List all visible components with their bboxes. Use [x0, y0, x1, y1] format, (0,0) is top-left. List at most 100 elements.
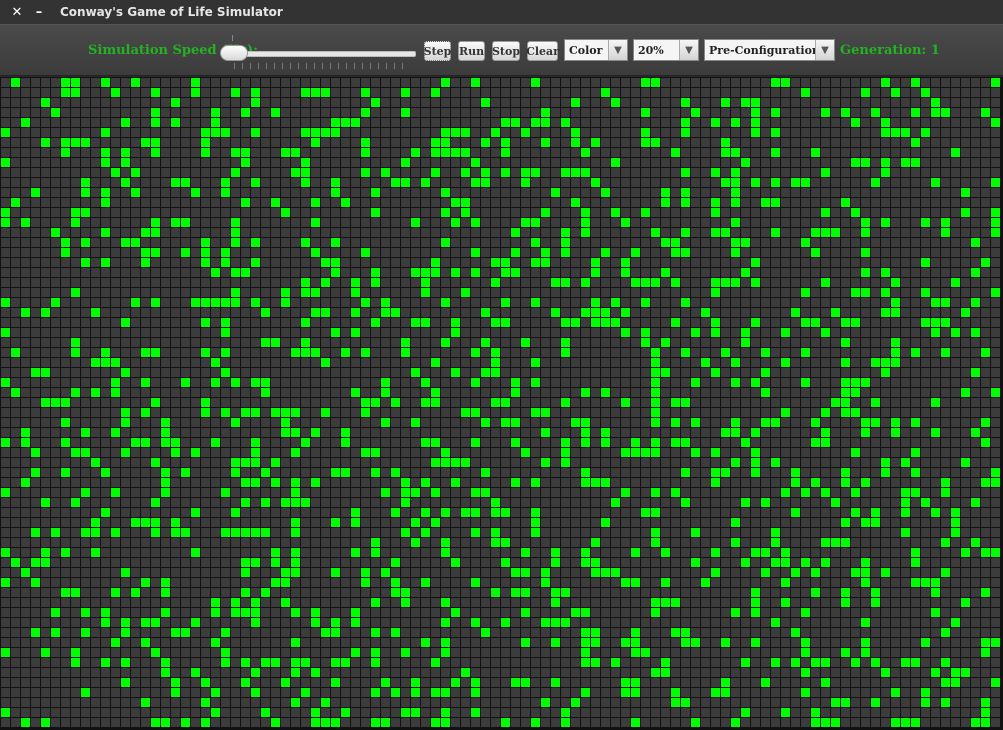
dead-cell[interactable]: [541, 148, 550, 157]
dead-cell[interactable]: [621, 188, 630, 197]
dead-cell[interactable]: [711, 358, 720, 367]
dead-cell[interactable]: [301, 388, 310, 397]
live-cell[interactable]: [881, 358, 890, 367]
dead-cell[interactable]: [841, 178, 850, 187]
dead-cell[interactable]: [891, 468, 900, 477]
dead-cell[interactable]: [361, 328, 370, 337]
dead-cell[interactable]: [241, 88, 250, 97]
dead-cell[interactable]: [621, 208, 630, 217]
live-cell[interactable]: [501, 398, 510, 407]
dead-cell[interactable]: [231, 278, 240, 287]
dead-cell[interactable]: [701, 298, 710, 307]
dead-cell[interactable]: [291, 358, 300, 367]
live-cell[interactable]: [351, 288, 360, 297]
dead-cell[interactable]: [411, 348, 420, 357]
dead-cell[interactable]: [331, 158, 340, 167]
dead-cell[interactable]: [1, 518, 10, 527]
dead-cell[interactable]: [231, 478, 240, 487]
dead-cell[interactable]: [931, 458, 940, 467]
live-cell[interactable]: [441, 338, 450, 347]
live-cell[interactable]: [601, 568, 610, 577]
dead-cell[interactable]: [871, 438, 880, 447]
dead-cell[interactable]: [321, 288, 330, 297]
live-cell[interactable]: [731, 198, 740, 207]
dead-cell[interactable]: [761, 558, 770, 567]
dead-cell[interactable]: [801, 258, 810, 267]
dead-cell[interactable]: [41, 508, 50, 517]
dead-cell[interactable]: [871, 148, 880, 157]
dead-cell[interactable]: [151, 308, 160, 317]
dead-cell[interactable]: [521, 318, 530, 327]
dead-cell[interactable]: [651, 248, 660, 257]
dead-cell[interactable]: [391, 138, 400, 147]
dead-cell[interactable]: [21, 228, 30, 237]
dead-cell[interactable]: [261, 198, 270, 207]
live-cell[interactable]: [721, 428, 730, 437]
dead-cell[interactable]: [341, 488, 350, 497]
dead-cell[interactable]: [191, 108, 200, 117]
dead-cell[interactable]: [651, 328, 660, 337]
dead-cell[interactable]: [261, 288, 270, 297]
dead-cell[interactable]: [391, 528, 400, 537]
dead-cell[interactable]: [451, 528, 460, 537]
dead-cell[interactable]: [461, 78, 470, 87]
dead-cell[interactable]: [601, 208, 610, 217]
live-cell[interactable]: [91, 528, 100, 537]
dead-cell[interactable]: [931, 258, 940, 267]
dead-cell[interactable]: [171, 548, 180, 557]
live-cell[interactable]: [191, 448, 200, 457]
dead-cell[interactable]: [831, 78, 840, 87]
dead-cell[interactable]: [701, 498, 710, 507]
dead-cell[interactable]: [461, 108, 470, 117]
dead-cell[interactable]: [91, 348, 100, 357]
dead-cell[interactable]: [551, 88, 560, 97]
dead-cell[interactable]: [851, 238, 860, 247]
dead-cell[interactable]: [551, 448, 560, 457]
live-cell[interactable]: [221, 248, 230, 257]
dead-cell[interactable]: [151, 278, 160, 287]
live-cell[interactable]: [641, 108, 650, 117]
live-cell[interactable]: [821, 488, 830, 497]
live-cell[interactable]: [581, 418, 590, 427]
dead-cell[interactable]: [311, 298, 320, 307]
live-cell[interactable]: [81, 428, 90, 437]
dead-cell[interactable]: [191, 268, 200, 277]
dead-cell[interactable]: [801, 308, 810, 317]
dead-cell[interactable]: [341, 518, 350, 527]
live-cell[interactable]: [471, 508, 480, 517]
dead-cell[interactable]: [781, 228, 790, 237]
dead-cell[interactable]: [761, 408, 770, 417]
dead-cell[interactable]: [611, 78, 620, 87]
live-cell[interactable]: [201, 148, 210, 157]
dead-cell[interactable]: [741, 108, 750, 117]
dead-cell[interactable]: [311, 388, 320, 397]
dead-cell[interactable]: [131, 208, 140, 217]
dead-cell[interactable]: [441, 518, 450, 527]
dead-cell[interactable]: [131, 158, 140, 167]
dead-cell[interactable]: [51, 478, 60, 487]
dead-cell[interactable]: [891, 78, 900, 87]
dead-cell[interactable]: [251, 538, 260, 547]
dead-cell[interactable]: [501, 328, 510, 337]
dead-cell[interactable]: [501, 248, 510, 257]
dead-cell[interactable]: [81, 128, 90, 137]
dead-cell[interactable]: [441, 528, 450, 537]
dead-cell[interactable]: [621, 338, 630, 347]
dead-cell[interactable]: [451, 208, 460, 217]
dead-cell[interactable]: [111, 288, 120, 297]
dead-cell[interactable]: [251, 568, 260, 577]
dead-cell[interactable]: [201, 228, 210, 237]
dead-cell[interactable]: [561, 258, 570, 267]
dead-cell[interactable]: [671, 568, 680, 577]
live-cell[interactable]: [501, 318, 510, 327]
dead-cell[interactable]: [751, 368, 760, 377]
dead-cell[interactable]: [21, 418, 30, 427]
live-cell[interactable]: [931, 318, 940, 327]
dead-cell[interactable]: [21, 538, 30, 547]
live-cell[interactable]: [801, 488, 810, 497]
live-cell[interactable]: [801, 318, 810, 327]
dead-cell[interactable]: [181, 188, 190, 197]
dead-cell[interactable]: [411, 118, 420, 127]
dead-cell[interactable]: [511, 168, 520, 177]
dead-cell[interactable]: [411, 438, 420, 447]
